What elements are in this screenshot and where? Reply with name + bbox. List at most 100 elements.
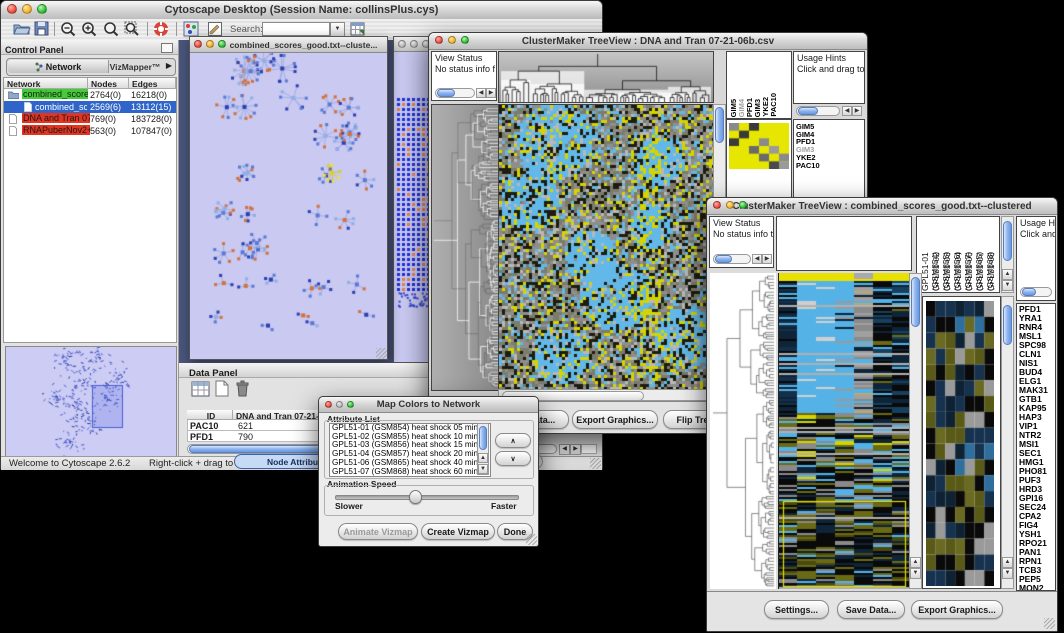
column-label[interactable]: GIM5 [729,99,737,117]
column-label[interactable]: GPL51-02 (GSM855) [931,216,942,291]
column-dendrogram[interactable] [498,51,714,103]
zoom-selected-icon[interactable] [103,21,119,37]
heatmap-canvas[interactable] [498,104,714,391]
view-status-scrollbar[interactable] [435,88,475,98]
resize-grip[interactable] [590,458,601,469]
close-icon[interactable] [194,40,202,48]
column-label[interactable]: GPL51-03 (GSM856) [942,216,953,291]
zoom-vscrollbar[interactable]: ▲ ▼ [1001,296,1014,589]
data-col-id[interactable]: ID [187,410,233,420]
column-label[interactable]: PAC10 [769,93,777,117]
scroll-up-icon[interactable]: ▲ [478,453,488,463]
trash-icon[interactable] [235,380,250,397]
network-overview-icon[interactable] [183,21,199,37]
column-label[interactable]: GPL51-07 (GSM868) [975,216,986,291]
settings-button[interactable]: Settings... [764,600,829,619]
save-icon[interactable] [34,21,49,36]
open-folder-icon[interactable] [13,22,31,36]
zoom-out-icon[interactable] [60,21,76,37]
scroll-up-icon[interactable]: ▲ [910,557,921,568]
zoom-window-icon[interactable] [218,40,226,48]
minimize-icon[interactable] [206,40,214,48]
close-icon[interactable] [435,36,443,44]
treeview2-titlebar[interactable]: ClusterMaker TreeView : combined_scores_… [707,198,1057,215]
column-label[interactable]: YKE2 [761,97,769,117]
zoom-window-icon[interactable] [347,401,354,408]
move-up-button[interactable]: ∧ [495,433,531,448]
save-data-button[interactable]: Save Data... [837,600,905,619]
help-lifering-icon[interactable] [153,21,169,37]
attribute-table-icon[interactable] [191,381,210,397]
scroll-right-icon[interactable]: ▶ [762,254,772,264]
gene-label[interactable]: PAC10 [794,162,864,170]
animate-vizmap-button[interactable]: Animate Vizmap [338,523,418,540]
summary-heatmap[interactable] [729,123,789,169]
scroll-down-icon[interactable]: ▼ [910,568,921,579]
main-titlebar[interactable]: Cytoscape Desktop (Session Name: collins… [1,1,602,20]
network-row[interactable]: combined_scores 2764(0) 16218(0) [4,89,176,101]
col-header-edges[interactable]: Edges [129,78,176,89]
scroll-right-icon[interactable]: ▶ [852,106,862,116]
usage-hints-scrollbar[interactable] [1020,287,1052,297]
heatmap-vscrollbar[interactable]: ▲ ▼ [909,273,922,589]
network-view-window-a[interactable]: combined_scores_good.txt--cluste... [189,36,388,360]
scroll-thumb[interactable] [715,107,724,143]
minimize-icon[interactable] [336,401,343,408]
view-status-scrollbar[interactable] [713,254,751,264]
zoom-window-icon[interactable] [461,36,469,44]
scroll-left-icon[interactable]: ◀ [842,106,852,116]
move-down-button[interactable]: ∨ [495,451,531,466]
scroll-up-icon[interactable]: ▲ [1002,269,1013,280]
export-graphics-button[interactable]: Export Graphics... [911,600,1003,619]
network-row[interactable]: RNAPuberNov2+! 563(0) 107847(0) [4,125,176,137]
scroll-thumb[interactable] [911,277,920,327]
usage-hints-scrollbar[interactable] [796,106,840,116]
gene-label[interactable]: MON2 [1017,584,1055,591]
minimize-icon[interactable] [410,40,418,48]
network-overview-panel[interactable] [5,346,177,465]
column-label[interactable]: GIM3 [753,99,761,117]
network-view-canvas[interactable] [190,53,385,358]
dialog-titlebar[interactable]: Map Colors to Network [319,397,538,413]
minimize-icon[interactable] [22,4,32,14]
import-table-icon[interactable] [350,21,366,37]
zoom-fit-icon[interactable] [124,21,140,37]
zoom-heatmap[interactable] [926,301,994,586]
column-label[interactable]: GPL51-08 (GSM872) [986,216,997,291]
create-vizmap-button[interactable]: Create Vizmap [421,523,495,540]
attribute-list[interactable]: GPL51-01 (GSM854) heat shock 05 minGPL51… [329,423,491,477]
scroll-down-icon[interactable]: ▼ [478,464,488,474]
scroll-left-icon[interactable]: ◀ [752,254,762,264]
float-panel-icon[interactable] [161,43,173,53]
attribute-list-vscrollbar[interactable]: ▲ ▼ [477,423,489,475]
column-label[interactable]: GPL51-06 (GSM865) [964,216,975,291]
scroll-right-icon[interactable]: ▶ [486,88,496,98]
scroll-right-icon[interactable]: ▶ [570,444,581,455]
annotation-icon[interactable] [207,21,223,37]
attribute-item[interactable]: GPL51-07 (GSM868) heat shock 60 min [330,468,490,477]
scroll-left-icon[interactable]: ◀ [476,88,486,98]
tab-vizmapper[interactable]: VizMapper™ [109,60,161,73]
column-label[interactable]: GIM4 [737,99,745,117]
scroll-thumb[interactable] [1003,305,1012,345]
scroll-down-icon[interactable]: ▼ [1002,568,1013,579]
scroll-thumb[interactable] [1003,221,1012,261]
zoom-in-icon[interactable] [81,21,97,37]
col-header-nodes[interactable]: Nodes [88,78,129,89]
close-icon[interactable] [398,40,406,48]
scroll-down-icon[interactable]: ▼ [1002,280,1013,291]
close-icon[interactable] [325,401,332,408]
row-dendrogram[interactable] [431,104,499,391]
col-header-network[interactable]: Network [4,78,88,89]
speed-slider-track[interactable] [335,495,519,500]
speed-slider-thumb[interactable] [409,490,422,504]
minimize-icon[interactable] [448,36,456,44]
tab-network[interactable]: Network [8,60,109,73]
column-labels-vscrollbar[interactable]: ▲ ▼ [1001,216,1014,293]
resize-grip[interactable] [376,348,387,359]
export-graphics-button[interactable]: Export Graphics... [572,410,658,429]
scroll-left-icon[interactable]: ◀ [559,444,570,455]
treeview1-titlebar[interactable]: ClusterMaker TreeView : DNA and Tran 07-… [429,33,867,50]
column-label[interactable]: GPL51-04 (GSM857) [953,216,964,291]
new-attribute-icon[interactable] [215,380,229,397]
